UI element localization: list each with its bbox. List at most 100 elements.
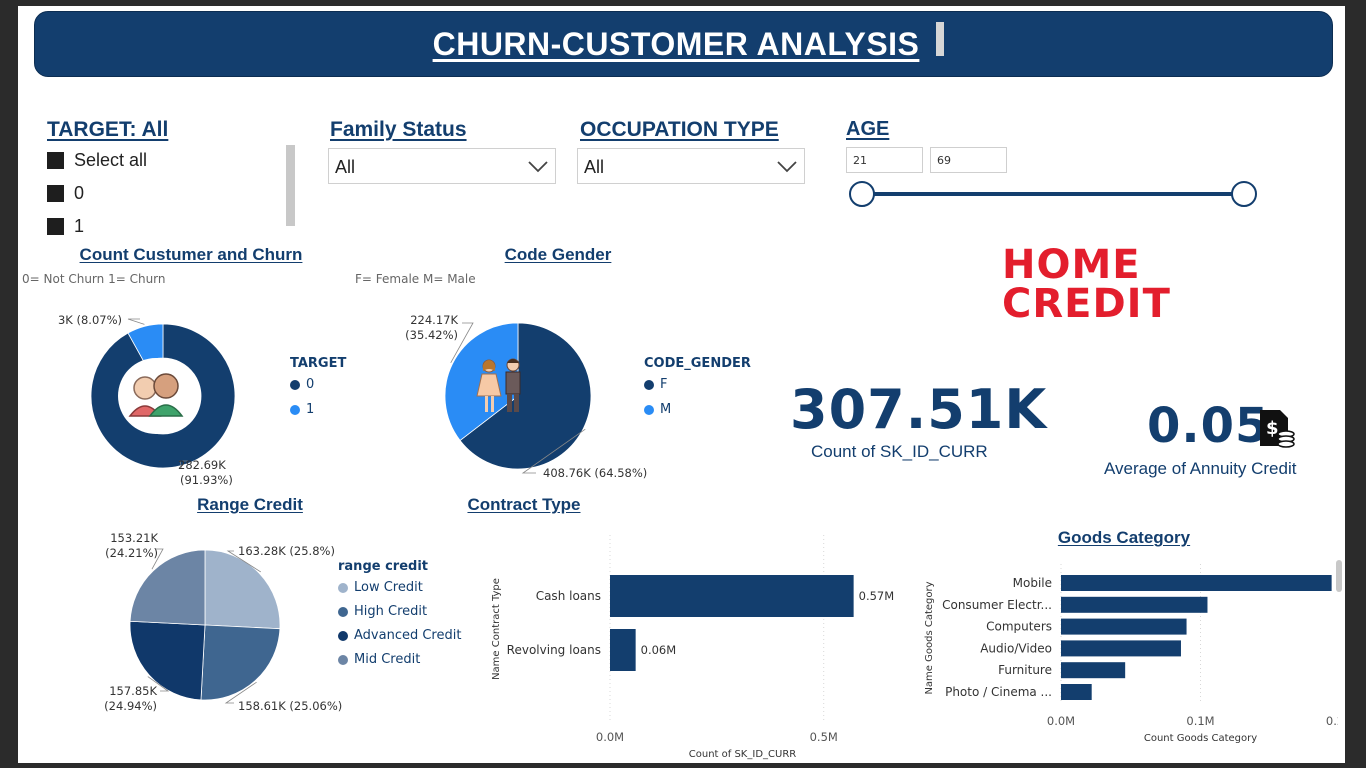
gender-data-label-pct-1: (35.42%) bbox=[405, 328, 458, 342]
contract-bar-0[interactable] bbox=[610, 575, 854, 617]
option-label: 0 bbox=[74, 183, 85, 203]
legend-label: M bbox=[660, 402, 672, 417]
legend-dot bbox=[290, 404, 300, 415]
goods-x-tick-label-0: 0.0M bbox=[1047, 714, 1075, 728]
gender-chart-subtitle: F= Female M= Male bbox=[355, 272, 476, 286]
legend-item-low-credit[interactable]: Low Credit bbox=[338, 580, 461, 595]
legend-item-m[interactable]: M bbox=[644, 402, 751, 417]
legend-item-f[interactable]: F bbox=[644, 377, 751, 392]
contract-type-bar-chart: 0.0M 0.5M Cash loans 0.57M Revolving loans 0.… bbox=[491, 535, 895, 760]
contract-data-label-1: 0.06M bbox=[641, 643, 677, 657]
legend-label: 1 bbox=[306, 402, 315, 417]
goods-category-label-5: Photo / Cinema ... bbox=[945, 685, 1052, 699]
report-canvas: CHURN-CUSTOMER ANALYSIS TARGET: All Sele… bbox=[18, 6, 1345, 763]
couple-icon bbox=[473, 356, 529, 418]
checkbox-icon[interactable] bbox=[47, 152, 64, 169]
contract-bar-1[interactable] bbox=[610, 629, 636, 671]
gender-chart-title: Code Gender bbox=[504, 245, 612, 264]
checkbox-icon[interactable] bbox=[47, 185, 64, 202]
age-slider-track[interactable] bbox=[862, 192, 1244, 196]
goods-bar-4[interactable] bbox=[1061, 662, 1126, 679]
target-option-1[interactable]: 1 bbox=[47, 216, 147, 237]
gender-legend: CODE_GENDER F M bbox=[644, 356, 751, 417]
range-data-label-0: 163.28K (25.8%) bbox=[238, 544, 335, 558]
legend-title: TARGET bbox=[290, 356, 347, 371]
kpi-count-label: Count of SK_ID_CURR bbox=[811, 442, 988, 461]
legend-dot bbox=[338, 606, 348, 617]
dropdown-value: All bbox=[335, 157, 356, 177]
legend-title: range credit bbox=[338, 559, 428, 574]
legend-label: 0 bbox=[306, 377, 315, 392]
dropdown-value: All bbox=[584, 157, 605, 177]
range-slice-3[interactable] bbox=[129, 549, 206, 626]
legend-item-advanced-credit[interactable]: Advanced Credit bbox=[338, 628, 461, 643]
legend-title: CODE_GENDER bbox=[644, 356, 751, 371]
range-credit-pie-chart: 163.28K (25.8%) 158.61K (25.06%) 157.85K (2… bbox=[104, 531, 342, 713]
goods-x-axis-title: Count Goods Category bbox=[1144, 733, 1257, 744]
customers-icon bbox=[118, 358, 194, 434]
goods-bar-1[interactable] bbox=[1061, 596, 1208, 613]
range-credit-legend: range credit Low Credit High Credit Adva… bbox=[338, 559, 461, 667]
family-status-dropdown[interactable]: All bbox=[328, 148, 556, 184]
churn-chart-subtitle: 0= Not Churn 1= Churn bbox=[22, 272, 166, 286]
goods-bar-0[interactable] bbox=[1061, 575, 1332, 591]
target-option-0[interactable]: 0 bbox=[47, 183, 147, 204]
age-min-input[interactable]: 21 bbox=[846, 147, 923, 173]
churn-chart-title: Count Custumer and Churn bbox=[79, 245, 303, 264]
legend-dot bbox=[338, 654, 348, 665]
checkbox-icon[interactable] bbox=[47, 218, 64, 235]
legend-label: High Credit bbox=[354, 604, 428, 619]
age-slider-min-handle[interactable] bbox=[849, 181, 875, 207]
header-banner: CHURN-CUSTOMER ANALYSIS bbox=[34, 11, 1333, 77]
goods-bar-3[interactable] bbox=[1061, 640, 1181, 657]
legend-item-mid-credit[interactable]: Mid Credit bbox=[338, 652, 461, 667]
legend-dot bbox=[644, 404, 654, 415]
age-slicer-title: AGE bbox=[846, 118, 890, 140]
page-title: CHURN-CUSTOMER ANALYSIS bbox=[432, 26, 920, 62]
churn-data-label-pct-0: (91.93%) bbox=[180, 473, 233, 487]
goods-category-label-0: Mobile bbox=[1013, 576, 1052, 590]
contract-x-tick-label-1: 0.5M bbox=[810, 730, 838, 744]
slicer-scrollbar[interactable] bbox=[286, 145, 295, 226]
legend-dot bbox=[338, 630, 348, 641]
legend-item-1[interactable]: 1 bbox=[290, 402, 346, 417]
chevron-down-icon[interactable] bbox=[776, 155, 798, 177]
goods-x-tick-label-1: 0.1M bbox=[1186, 714, 1214, 728]
goods-bar-5[interactable] bbox=[1061, 684, 1092, 700]
goods-x-tick-label-2: 0.2M bbox=[1326, 714, 1338, 728]
churn-data-label-1: 24.83K (8.07%) bbox=[58, 313, 122, 327]
contract-y-axis-title: Name Contract Type bbox=[491, 578, 502, 680]
legend-item-0[interactable]: 0 bbox=[290, 377, 346, 392]
text-cursor bbox=[936, 22, 944, 56]
goods-bar-2[interactable] bbox=[1061, 618, 1187, 635]
chevron-down-icon[interactable] bbox=[527, 155, 549, 177]
kpi-annuity-value: 0.05 bbox=[1147, 398, 1270, 454]
goods-category-label-1: Consumer Electr... bbox=[942, 598, 1052, 612]
range-data-label-3: 153.21K bbox=[110, 531, 158, 545]
churn-data-label-0: 282.69K bbox=[178, 458, 226, 472]
age-slider-max-handle[interactable] bbox=[1231, 181, 1257, 207]
range-slice-1[interactable] bbox=[200, 624, 281, 701]
range-data-label-2: 157.85K bbox=[109, 684, 157, 698]
contract-data-label-0: 0.57M bbox=[859, 589, 895, 603]
range-slice-0[interactable] bbox=[204, 549, 281, 630]
goods-chart-scrollbar[interactable] bbox=[1336, 560, 1342, 592]
occupation-type-dropdown[interactable]: All bbox=[577, 148, 805, 184]
goods-category-bar-chart: 0.0M 0.1M 0.2M Mobile Consumer Electr... Comp… bbox=[924, 564, 1338, 744]
contract-category-label-0: Cash loans bbox=[536, 589, 601, 603]
money-document-icon: $ bbox=[1258, 408, 1296, 452]
legend-dot bbox=[644, 379, 654, 390]
logo-line-1: HOME bbox=[1002, 242, 1141, 288]
target-option-select-all[interactable]: Select all bbox=[47, 150, 147, 171]
legend-item-high-credit[interactable]: High Credit bbox=[338, 604, 461, 619]
legend-label: Advanced Credit bbox=[354, 628, 462, 643]
contract-x-tick-label-0: 0.0M bbox=[596, 730, 624, 744]
range-credit-title: Range Credit bbox=[197, 495, 303, 514]
range-data-label-pct-3: (24.21%) bbox=[105, 546, 158, 560]
target-slicer-title: TARGET: All bbox=[47, 118, 169, 141]
svg-text:$: $ bbox=[1266, 418, 1279, 439]
range-data-label-1: 158.61K (25.06%) bbox=[238, 699, 342, 713]
contract-x-axis-title: Count of SK_ID_CURR bbox=[689, 749, 796, 760]
age-max-input[interactable]: 69 bbox=[930, 147, 1007, 173]
legend-label: F bbox=[660, 377, 668, 392]
